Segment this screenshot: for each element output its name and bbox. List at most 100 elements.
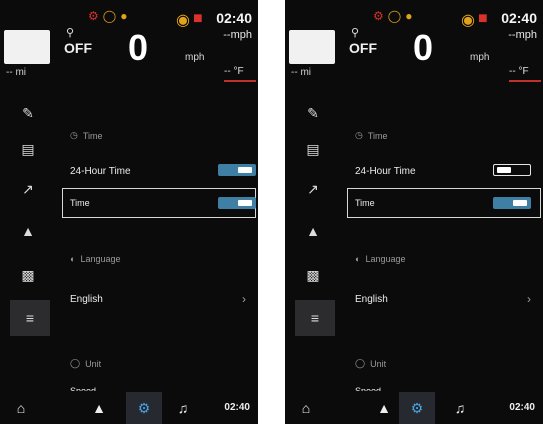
tire-pressure-icon: ◯ (387, 9, 402, 23)
speed-readout: 0 (413, 27, 434, 68)
sidebar-item-dashboard[interactable]: ▤ (299, 136, 327, 162)
cruise-control-icon: ⚲ (351, 27, 360, 39)
nav-settings[interactable]: ⚙ (399, 392, 435, 424)
sidebar-item-general[interactable]: ≡ (10, 300, 50, 336)
volume-icon: ▲ (306, 223, 320, 239)
language-icon: ◐ (355, 254, 361, 264)
sidebar-item-display[interactable]: ▩ (14, 262, 42, 288)
music-icon: ♫ (454, 400, 466, 416)
cruise-status: OFF (64, 40, 92, 56)
status-bar: -- mi ⚙ ◯ ● ◉ ■ 02:40 --mph ⚲ OFF 0 mph … (0, 0, 258, 92)
motorcycle-icon: ✎ (22, 104, 34, 121)
section-time: ◷ Time (70, 130, 103, 141)
settings-gear-icon: ⚙ (410, 399, 424, 416)
language-value[interactable]: English (355, 294, 388, 305)
section-time-label: Time (367, 130, 388, 141)
warning-icons: ⚙ ◯ ● (373, 10, 412, 22)
music-icon: ♫ (177, 400, 189, 416)
turtle-mode-icon: ◉ (176, 12, 190, 29)
section-unit-label: Unit (370, 358, 387, 369)
section-language: ◐ Language (70, 254, 120, 264)
sidebar-item-vehicle[interactable]: ✎ (14, 100, 42, 126)
screen-left: -- mi ⚙ ◯ ● ◉ ■ 02:40 --mph ⚲ OFF 0 mph … (0, 0, 258, 424)
speed-unit-top: --mph (223, 29, 252, 41)
speed-unit: mph (470, 52, 490, 63)
odometer-readout: -- mi (291, 67, 311, 78)
sidebar-item-volume[interactable]: ▲ (299, 218, 327, 244)
dashboard-icon: ▤ (306, 140, 320, 157)
home-icon: ⌂ (16, 400, 26, 416)
section-language: ◐ Language (355, 254, 405, 264)
language-icon: ◐ (70, 254, 76, 264)
hour24-toggle[interactable] (218, 164, 256, 176)
settings-sidebar: ✎ ▤ ↗ ▲ ▩ ≡ (0, 92, 56, 392)
sidebar-item-vehicle[interactable]: ✎ (299, 100, 327, 126)
display-icon: ▩ (306, 266, 320, 283)
turtle-mode-icon: ◉ (461, 12, 475, 29)
nav-home[interactable]: ⌂ (6, 392, 36, 424)
section-time: ◷ Time (355, 130, 388, 141)
section-unit: ◯ Unit (355, 358, 386, 369)
toggle-knob (497, 167, 511, 173)
navigation-icon: ▲ (92, 400, 106, 416)
status-clock: 02:40 (501, 10, 537, 26)
unit-icon: ◯ (355, 358, 366, 368)
sliders-icon: ≡ (25, 310, 35, 326)
bottom-nav: ⌂ ▲ ⚙ ♫ 02:40 (0, 392, 258, 424)
screen-right: -- mi ⚙ ◯ ● ◉ ■ 02:40 --mph ⚲ OFF 0 mph … (285, 0, 543, 424)
section-language-label: Language (80, 254, 121, 264)
tire-pressure-icon: ◯ (102, 9, 117, 23)
sidebar-item-connect[interactable]: ↗ (14, 176, 42, 202)
dashboard-icon: ▤ (21, 140, 35, 157)
cruise-status: OFF (349, 40, 377, 56)
chevron-right-icon[interactable]: › (527, 292, 531, 306)
chevron-right-icon[interactable]: › (242, 292, 246, 306)
battery-icon: ■ (477, 10, 488, 27)
odometer-box (4, 30, 50, 64)
language-value[interactable]: English (70, 294, 103, 305)
nav-music[interactable]: ♫ (168, 392, 198, 424)
nav-settings[interactable]: ⚙ (126, 392, 162, 424)
temperature-readout: -- °F (224, 66, 244, 77)
speed-readout: 0 (128, 27, 149, 68)
time-toggle[interactable] (218, 197, 256, 209)
nav-navigation[interactable]: ▲ (369, 392, 399, 424)
sidebar-item-connect[interactable]: ↗ (299, 176, 327, 202)
volume-icon: ▲ (21, 223, 35, 239)
sidebar-item-dashboard[interactable]: ▤ (14, 136, 42, 162)
cruise-control-icon: ⚲ (66, 27, 75, 39)
sliders-icon: ≡ (310, 310, 320, 326)
display-icon: ▩ (21, 266, 35, 283)
sidebar-item-display[interactable]: ▩ (299, 262, 327, 288)
time-toggle[interactable] (493, 197, 531, 209)
speed-unit: mph (185, 52, 205, 63)
nav-music[interactable]: ♫ (445, 392, 475, 424)
sidebar-item-volume[interactable]: ▲ (14, 218, 42, 244)
toggle-knob (238, 167, 252, 173)
warning-icons: ⚙ ◯ ● (88, 10, 127, 22)
warning-icons-right: ◉ ■ (461, 10, 488, 30)
engine-warning-icon: ⚙ (88, 9, 99, 23)
home-icon: ⌂ (301, 400, 311, 416)
nav-home[interactable]: ⌂ (291, 392, 321, 424)
bottom-nav: ⌂ ▲ ⚙ ♫ 02:40 (285, 392, 543, 424)
nav-navigation[interactable]: ▲ (84, 392, 114, 424)
section-unit-label: Unit (85, 358, 102, 369)
toggle-knob (513, 200, 527, 206)
navigation-icon: ▲ (377, 400, 391, 416)
motorcycle-icon: ✎ (307, 104, 319, 121)
odometer-readout: -- mi (6, 67, 26, 78)
bluetooth-pair-icon: ↗ (307, 180, 319, 197)
section-time-label: Time (82, 130, 103, 141)
time-label: Time (355, 198, 375, 208)
temperature-indicator (224, 80, 256, 82)
nav-clock: 02:40 (509, 402, 535, 413)
temperature-readout: -- °F (509, 66, 529, 77)
section-unit: ◯ Unit (70, 358, 101, 369)
settings-gear-icon: ⚙ (137, 399, 151, 416)
hour24-toggle[interactable] (493, 164, 531, 176)
bluetooth-pair-icon: ↗ (22, 180, 34, 197)
clock-icon: ◷ (70, 130, 78, 140)
temperature-indicator (509, 80, 541, 82)
sidebar-item-general[interactable]: ≡ (295, 300, 335, 336)
